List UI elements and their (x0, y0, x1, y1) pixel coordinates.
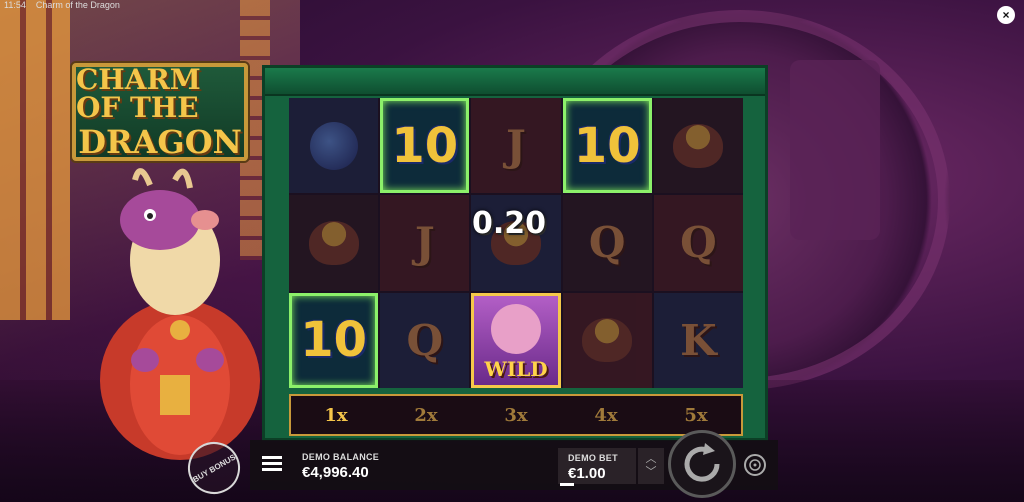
reel-cell: K (653, 292, 743, 388)
symbol-letter: Q (406, 315, 444, 365)
clock-time: 11:54 (4, 0, 26, 10)
reel-cell (562, 292, 652, 388)
multiplier-4: 4x (594, 404, 618, 426)
reel-frame-top (265, 68, 765, 96)
balance-label: DEMO BALANCE (302, 452, 380, 462)
window-title: Charm of the Dragon (35, 0, 120, 10)
reel-cell: 10 (289, 292, 379, 388)
balance-display: DEMO BALANCE €4,996.40 (302, 452, 379, 481)
bet-value: €1.00 (568, 465, 606, 482)
bet-indicator (560, 483, 574, 486)
reel-cell: Q (562, 195, 652, 291)
gold-pot-icon (673, 123, 724, 168)
gold-pot-icon (308, 220, 359, 265)
symbol-letter: Q (680, 218, 717, 268)
wild-dragon-icon (490, 303, 541, 354)
dragon-orb-icon (309, 121, 358, 170)
reel-cell: J (471, 98, 561, 194)
reel-cell (289, 98, 379, 194)
symbol-letter: J (506, 121, 526, 171)
wild-label: WILD (484, 357, 548, 381)
symbol-ten: 10 (573, 117, 641, 174)
symbol-ten: 10 (300, 312, 367, 369)
dragon-character (100, 168, 260, 460)
reel-cell (289, 195, 379, 291)
bet-display[interactable]: DEMO BET €1.00 (558, 448, 636, 486)
close-icon[interactable]: × (997, 6, 1015, 24)
menu-icon[interactable] (262, 456, 282, 472)
background-window (0, 0, 70, 320)
buy-bonus-label: BUY BONUS (191, 452, 237, 484)
symbol-letter: K (680, 315, 717, 365)
spin-arrows-icon (684, 443, 720, 482)
autoplay-icon (749, 459, 761, 471)
multiplier-bar: 1x 2x 3x 4x 5x (289, 394, 743, 436)
autoplay-button[interactable] (744, 454, 766, 476)
bet-stepper[interactable]: ︿ ﹀ (638, 448, 664, 484)
reel-cell: Q (380, 292, 470, 388)
reel-cell (653, 98, 743, 194)
background-vault-hinge (790, 60, 880, 240)
symbol-ten: 10 (391, 117, 459, 174)
bet-label: DEMO BET (568, 453, 618, 463)
symbol-letter: J (414, 218, 435, 268)
reel-cell: J (380, 195, 470, 291)
chevron-down-icon[interactable]: ﹀ (646, 466, 657, 479)
spin-button[interactable] (668, 430, 736, 498)
gold-pot-icon (582, 318, 633, 363)
chevron-up-icon[interactable]: ︿ (646, 453, 657, 466)
multiplier-3: 3x (504, 404, 528, 426)
reel-cell: WILD (471, 292, 561, 388)
reel-frame: 10 J 10 J Q Q 10 Q WILD K 1x 2x 3x 4x 5x (262, 65, 768, 441)
logo-line-2: DRAGON (78, 123, 242, 161)
game-logo: CHARM OF THE DRAGON (72, 63, 248, 161)
reel-grid: 10 J 10 J Q Q 10 Q WILD K (289, 98, 743, 388)
symbol-letter: Q (588, 218, 626, 268)
multiplier-5: 5x (684, 404, 708, 426)
reel-cell: 10 (562, 98, 652, 194)
multiplier-1: 1x (324, 404, 348, 426)
win-amount: 0.20 (472, 206, 547, 241)
balance-value: €4,996.40 (302, 464, 369, 481)
reel-cell: Q (653, 195, 743, 291)
multiplier-2: 2x (414, 404, 438, 426)
logo-line-1: CHARM OF THE (76, 63, 201, 124)
window-titlebar: 11:54 Charm of the Dragon (4, 0, 120, 10)
reel-cell: 10 (380, 98, 470, 194)
